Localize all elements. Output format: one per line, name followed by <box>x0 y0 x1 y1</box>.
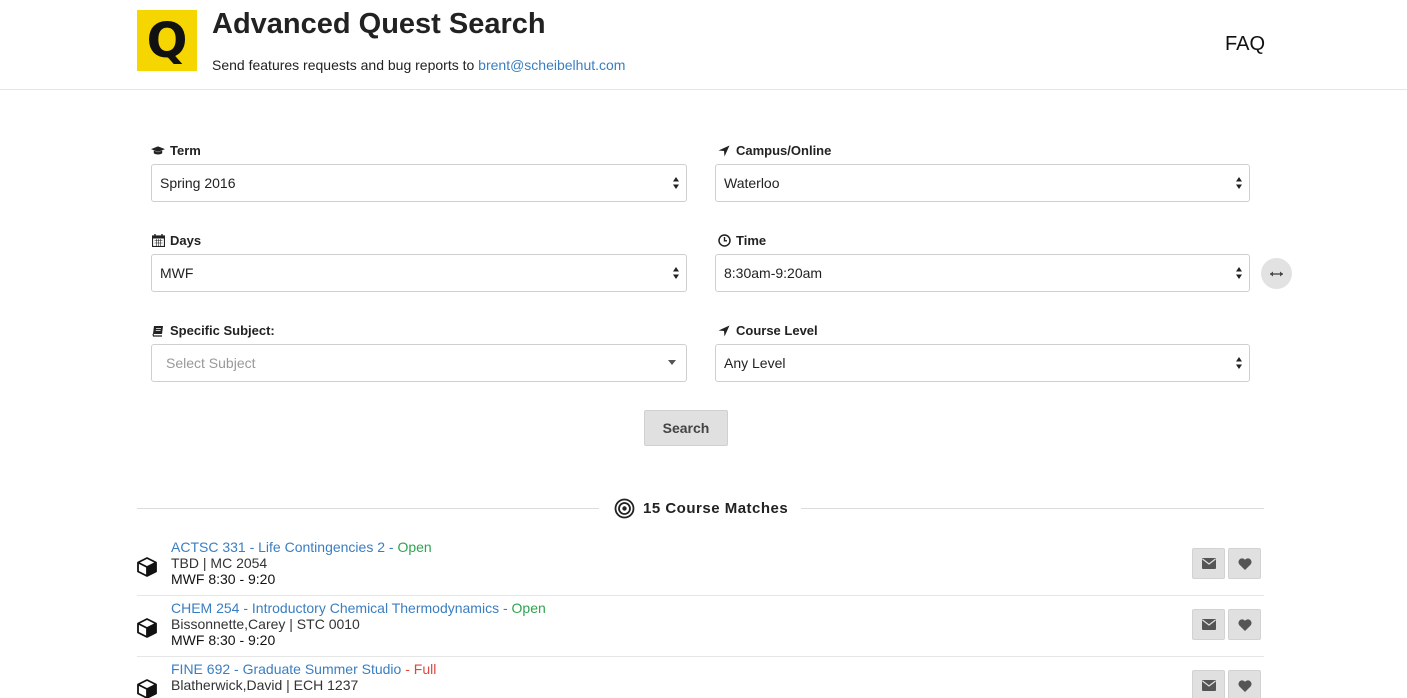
page-title: Advanced Quest Search <box>212 8 546 40</box>
course-details: FINE 692 - Graduate Summer Studio - Full… <box>171 661 436 693</box>
term-label-text: Term <box>170 143 201 158</box>
select-arrows-icon <box>1236 177 1242 189</box>
chevron-down-icon <box>668 360 676 365</box>
time-range-toggle-button[interactable] <box>1261 258 1292 289</box>
course-title-link[interactable]: ACTSC 331 - Life Contingencies 2 <box>171 539 385 555</box>
level-label: Course Level <box>717 323 818 338</box>
cube-icon <box>137 557 157 577</box>
course-meta: TBD | MC 2054 <box>171 555 268 571</box>
select-arrows-icon <box>673 267 679 279</box>
course-actions <box>1192 548 1261 579</box>
course-row: FINE 692 - Graduate Summer Studio - Full… <box>137 657 1264 698</box>
divider-right <box>801 508 1264 509</box>
envelope-icon <box>1201 680 1216 691</box>
course-actions <box>1192 670 1261 698</box>
days-select[interactable]: MWF <box>151 254 687 292</box>
term-label: Term <box>151 143 201 158</box>
time-select-value: 8:30am-9:20am <box>724 265 823 281</box>
days-label-text: Days <box>170 233 202 248</box>
location-arrow-icon <box>717 144 731 158</box>
favorite-button[interactable] <box>1228 609 1261 640</box>
campus-select[interactable]: Waterloo <box>715 164 1250 202</box>
course-schedule: MWF 8:30 - 9:20 <box>171 632 276 648</box>
subtitle-text: Send features requests and bug reports t… <box>212 57 475 73</box>
course-details: ACTSC 331 - Life Contingencies 2 - Open … <box>171 539 432 587</box>
divider-left <box>137 508 599 509</box>
logo-letter: Q <box>146 12 188 69</box>
course-status: Open <box>511 600 546 616</box>
time-label-text: Time <box>736 233 767 248</box>
subject-select-placeholder: Select Subject <box>166 355 256 371</box>
search-button[interactable]: Search <box>644 410 728 446</box>
level-select-value: Any Level <box>724 355 786 371</box>
course-meta: Blatherwick,David | ECH 1237 <box>171 677 359 693</box>
course-status: Open <box>397 539 432 555</box>
course-details: CHEM 254 - Introductory Chemical Thermod… <box>171 600 546 648</box>
envelope-icon <box>1201 558 1216 569</box>
subject-label: Specific Subject: <box>151 323 275 338</box>
campus-label-text: Campus/Online <box>736 143 832 158</box>
course-schedule: MWF 8:30 - 9:20 <box>171 571 276 587</box>
subtitle: Send features requests and bug reports t… <box>212 57 625 73</box>
term-select[interactable]: Spring 2016 <box>151 164 687 202</box>
heart-icon <box>1237 557 1252 570</box>
email-button[interactable] <box>1192 548 1225 579</box>
course-title-link[interactable]: FINE 692 - Graduate Summer Studio <box>171 661 401 677</box>
course-status: Full <box>413 661 437 677</box>
email-button[interactable] <box>1192 670 1225 698</box>
campus-select-value: Waterloo <box>724 175 780 191</box>
cube-icon <box>137 679 157 698</box>
course-row: ACTSC 331 - Life Contingencies 2 - Open … <box>137 535 1264 596</box>
course-title-link[interactable]: CHEM 254 - Introductory Chemical Thermod… <box>171 600 499 616</box>
matches-heading: 15 Course Matches <box>614 498 788 519</box>
clock-icon <box>717 234 731 248</box>
course-row: CHEM 254 - Introductory Chemical Thermod… <box>137 596 1264 657</box>
location-arrow-icon <box>717 324 731 338</box>
days-select-value: MWF <box>160 265 194 281</box>
campus-label: Campus/Online <box>717 143 831 158</box>
course-meta: Bissonnette,Carey | STC 0010 <box>171 616 360 632</box>
envelope-icon <box>1201 619 1216 630</box>
select-arrows-icon <box>1236 267 1242 279</box>
heart-icon <box>1237 618 1252 631</box>
subject-select[interactable]: Select Subject <box>151 344 687 382</box>
faq-link[interactable]: FAQ <box>1225 33 1265 56</box>
bullseye-icon <box>614 498 635 519</box>
term-select-value: Spring 2016 <box>160 175 236 191</box>
favorite-button[interactable] <box>1228 670 1261 698</box>
course-separator: - <box>405 661 410 677</box>
cube-icon <box>137 618 157 638</box>
select-arrows-icon <box>673 177 679 189</box>
course-separator: - <box>502 600 508 616</box>
matches-count: 15 Course Matches <box>643 500 789 517</box>
level-select[interactable]: Any Level <box>715 344 1250 382</box>
level-label-text: Course Level <box>736 323 818 338</box>
logo[interactable]: Q <box>137 10 197 71</box>
email-button[interactable] <box>1192 609 1225 640</box>
heart-icon <box>1237 679 1252 692</box>
horizontal-arrows-icon <box>1270 271 1283 276</box>
graduation-cap-icon <box>151 144 165 158</box>
subject-label-text: Specific Subject: <box>170 323 275 338</box>
days-label: Days <box>151 233 201 248</box>
course-actions <box>1192 609 1261 640</box>
select-arrows-icon <box>1236 357 1242 369</box>
page-header: Q Advanced Quest Search Send features re… <box>0 0 1407 90</box>
calendar-icon <box>151 234 165 248</box>
contact-email-link[interactable]: brent@scheibelhut.com <box>478 57 625 73</box>
time-select[interactable]: 8:30am-9:20am <box>715 254 1250 292</box>
course-separator: - <box>388 539 394 555</box>
time-label: Time <box>717 233 766 248</box>
book-icon <box>151 324 165 338</box>
favorite-button[interactable] <box>1228 548 1261 579</box>
